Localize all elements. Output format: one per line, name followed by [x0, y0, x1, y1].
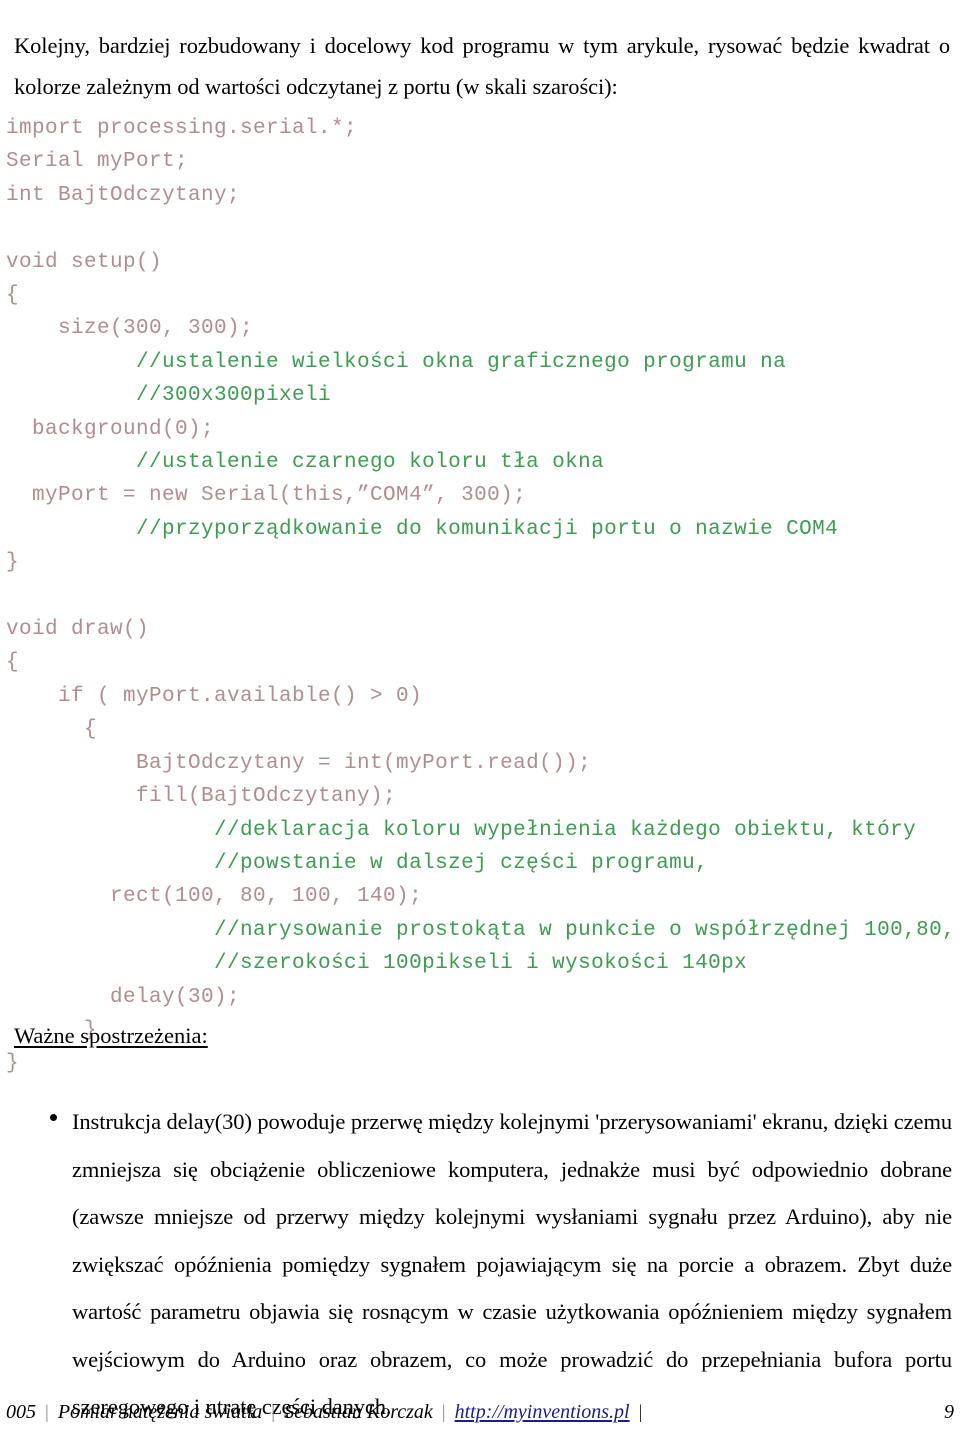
code-comment: //narysowanie prostokąta w punkcie o wsp… — [6, 918, 956, 942]
footer-separator-2: | — [271, 1402, 276, 1423]
code-line: } — [6, 546, 956, 579]
code-text: if ( myPort.available() > 0) — [6, 684, 423, 708]
code-line: //szerokości 100pikseli i wysokości 140p… — [6, 947, 956, 980]
footer-separator-4: | — [638, 1402, 643, 1423]
code-line: { — [6, 646, 956, 679]
code-comment: //przyporządkowanie do komunikacji portu… — [6, 517, 839, 541]
code-line: //przyporządkowanie do komunikacji portu… — [6, 513, 956, 546]
code-line: rect(100, 80, 100, 140); — [6, 880, 956, 913]
footer-url-link[interactable]: http://myinventions.pl — [455, 1398, 630, 1426]
code-text: import processing.serial.*; — [6, 117, 358, 140]
code-line: int BajtOdczytany; — [6, 179, 956, 212]
code-line: { — [6, 713, 956, 746]
intro-paragraph: Kolejny, bardziej rozbudowany i docelowy… — [14, 32, 950, 99]
code-line: //deklaracja koloru wypełnienia każdego … — [6, 814, 956, 847]
page-footer: 005 | Pomiar natężenia światła | Sebasti… — [6, 1398, 954, 1427]
footer-doc-number: 005 — [6, 1401, 36, 1423]
code-text: Serial myPort; — [6, 150, 189, 174]
code-line: //narysowanie prostokąta w punkcie o wsp… — [6, 914, 956, 947]
code-text: { — [6, 284, 20, 308]
code-text: int BajtOdczytany; — [6, 183, 241, 207]
code-comment: //szerokości 100pikseli i wysokości 140p… — [6, 952, 748, 976]
code-text: delay(30); — [6, 985, 241, 1009]
code-line: background(0); — [6, 413, 956, 446]
code-text: background(0); — [6, 417, 215, 441]
footer-separator-3: | — [441, 1402, 446, 1423]
note-paragraph: Instrukcja delay(30) powoduje przerwę mi… — [72, 1109, 952, 1419]
footer-page-number: 9 — [944, 1401, 954, 1423]
note-list-item: Instrukcja delay(30) powoduje przerwę mi… — [50, 1098, 952, 1431]
code-text: fill(BajtOdczytany); — [6, 785, 397, 809]
code-text: } — [6, 551, 20, 575]
code-text: { — [6, 718, 98, 742]
code-line: void setup() — [6, 246, 956, 279]
code-text: void draw() — [6, 618, 150, 642]
code-text: } — [6, 1052, 20, 1076]
code-line: //ustalenie wielkości okna graficznego p… — [6, 346, 956, 379]
code-line: myPort = new Serial(this,”COM4”, 300); — [6, 479, 956, 512]
code-line: //powstanie w dalszej części programu, — [6, 847, 956, 880]
code-line: //300x300pixeli — [6, 379, 956, 412]
code-line: { — [6, 279, 956, 312]
code-text: { — [6, 651, 20, 675]
code-comment: //deklaracja koloru wypełnienia każdego … — [6, 818, 917, 842]
document-page: Kolejny, bardziej rozbudowany i docelowy… — [0, 0, 960, 1444]
code-line: } — [6, 1047, 956, 1080]
section-heading-wazne-spostrzezenia: Ważne spostrzeżenia: — [14, 1023, 208, 1048]
code-comment: //300x300pixeli — [6, 384, 332, 408]
footer-separator-1: | — [45, 1402, 49, 1423]
code-text: size(300, 300); — [6, 317, 254, 341]
code-line: if ( myPort.available() > 0) — [6, 680, 956, 713]
code-block: import processing.serial.*; Serial myPort… — [6, 112, 956, 1081]
code-line: size(300, 300); — [6, 312, 956, 345]
code-line: fill(BajtOdczytany); — [6, 780, 956, 813]
code-line: void draw() — [6, 613, 956, 646]
code-comment: //powstanie w dalszej części programu, — [6, 851, 709, 875]
code-line: BajtOdczytany = int(myPort.read()); — [6, 747, 956, 780]
code-line: delay(30); — [6, 981, 956, 1014]
code-text: void setup() — [6, 250, 163, 274]
code-comment: //ustalenie wielkości okna graficznego p… — [6, 350, 787, 374]
footer-author: Sebastian Korczak — [284, 1401, 433, 1423]
code-line: Serial myPort; — [6, 145, 956, 178]
code-text: BajtOdczytany = int(myPort.read()); — [6, 751, 592, 775]
code-comment: //ustalenie czarnego koloru tła okna — [6, 451, 605, 475]
code-line: import processing.serial.*; — [6, 112, 956, 145]
code-line: //ustalenie czarnego koloru tła okna — [6, 446, 956, 479]
bullet-icon — [50, 1114, 57, 1121]
code-text: rect(100, 80, 100, 140); — [6, 885, 423, 909]
footer-title: Pomiar natężenia światła — [57, 1401, 263, 1423]
code-text: myPort = new Serial(this,”COM4”, 300); — [6, 484, 527, 508]
